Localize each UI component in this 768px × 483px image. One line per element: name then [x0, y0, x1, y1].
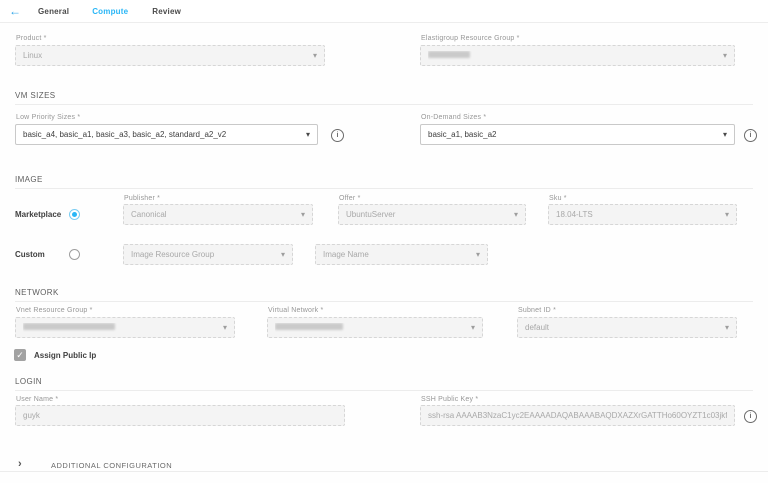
elastigroup-rg-select[interactable] — [420, 45, 735, 66]
chevron-down-icon — [476, 251, 480, 259]
image-resource-group-placeholder: Image Resource Group — [131, 250, 275, 259]
subnet-id-label: Subnet ID * — [518, 307, 556, 314]
divider — [0, 471, 768, 472]
back-arrow-icon[interactable] — [9, 5, 21, 17]
virtual-network-label: Virtual Network * — [268, 307, 323, 314]
divider — [15, 104, 753, 105]
info-icon[interactable] — [744, 410, 757, 423]
info-icon[interactable] — [331, 129, 344, 142]
subnet-id-select[interactable]: default — [517, 317, 737, 338]
section-title-image: IMAGE — [15, 175, 43, 184]
publisher-select[interactable]: Canonical — [123, 204, 313, 225]
on-demand-sizes-label: On-Demand Sizes * — [421, 114, 486, 121]
redacted-value — [23, 323, 217, 332]
info-icon[interactable] — [744, 129, 757, 142]
product-label: Product * — [16, 35, 47, 42]
low-priority-sizes-select[interactable]: basic_a4, basic_a1, basic_a3, basic_a2, … — [15, 124, 318, 145]
user-name-value: guyk — [23, 411, 337, 420]
elastigroup-rg-label: Elastigroup Resource Group * — [421, 35, 520, 42]
product-value: Linux — [23, 51, 307, 60]
low-priority-sizes-value: basic_a4, basic_a1, basic_a3, basic_a2, … — [23, 130, 300, 139]
image-name-placeholder: Image Name — [323, 250, 470, 259]
product-select[interactable]: Linux — [15, 45, 325, 66]
chevron-down-icon — [306, 131, 310, 139]
sku-select[interactable]: 18.04-LTS — [548, 204, 737, 225]
subnet-id-value: default — [525, 323, 719, 332]
redacted-value — [275, 323, 465, 332]
wizard-tabbar: General Compute Review — [0, 0, 768, 23]
chevron-down-icon — [281, 251, 285, 259]
tab-compute[interactable]: Compute — [92, 7, 128, 16]
custom-radio[interactable] — [69, 249, 80, 260]
tab-review[interactable]: Review — [152, 7, 181, 16]
sku-value: 18.04-LTS — [556, 210, 719, 219]
additional-configuration-toggle[interactable]: ADDITIONAL CONFIGURATION — [51, 461, 172, 470]
offer-value: UbuntuServer — [346, 210, 508, 219]
offer-select[interactable]: UbuntuServer — [338, 204, 526, 225]
divider — [15, 301, 753, 302]
on-demand-sizes-select[interactable]: basic_a1, basic_a2 — [420, 124, 735, 145]
ssh-public-key-label: SSH Public Key * — [421, 396, 478, 403]
image-name-select[interactable]: Image Name — [315, 244, 488, 265]
section-title-login: LOGIN — [15, 377, 42, 386]
assign-public-ip-checkbox[interactable] — [14, 349, 26, 361]
marketplace-radio[interactable] — [69, 209, 80, 220]
chevron-down-icon — [301, 211, 305, 219]
chevron-down-icon — [313, 52, 317, 60]
compute-wizard-page: General Compute Review Product * Linux E… — [0, 0, 768, 483]
virtual-network-select[interactable] — [267, 317, 483, 338]
divider — [15, 390, 753, 391]
publisher-value: Canonical — [131, 210, 295, 219]
divider — [15, 188, 753, 189]
publisher-label: Publisher * — [124, 195, 160, 202]
ssh-public-key-input[interactable]: ssh-rsa AAAAB3NzaC1yc2EAAAADAQABAAABAQDX… — [420, 405, 735, 426]
marketplace-row-label: Marketplace — [15, 210, 61, 219]
chevron-down-icon — [471, 324, 475, 332]
chevron-down-icon — [723, 131, 727, 139]
user-name-input[interactable]: guyk — [15, 405, 345, 426]
chevron-right-icon[interactable] — [18, 459, 22, 470]
tab-general[interactable]: General — [38, 7, 69, 16]
chevron-down-icon — [725, 211, 729, 219]
assign-public-ip-label: Assign Public Ip — [34, 351, 96, 360]
section-title-vm-sizes: VM SIZES — [15, 91, 56, 100]
image-resource-group-select[interactable]: Image Resource Group — [123, 244, 293, 265]
offer-label: Offer * — [339, 195, 361, 202]
custom-row-label: Custom — [15, 250, 45, 259]
user-name-label: User Name * — [16, 396, 58, 403]
sku-label: Sku * — [549, 195, 567, 202]
chevron-down-icon — [725, 324, 729, 332]
vnet-rg-select[interactable] — [15, 317, 235, 338]
vnet-rg-label: Vnet Resource Group * — [16, 307, 93, 314]
on-demand-sizes-value: basic_a1, basic_a2 — [428, 130, 717, 139]
section-title-network: NETWORK — [15, 288, 59, 297]
redacted-value — [428, 51, 717, 60]
low-priority-sizes-label: Low Priority Sizes * — [16, 114, 80, 121]
ssh-public-key-value: ssh-rsa AAAAB3NzaC1yc2EAAAADAQABAAABAQDX… — [428, 411, 727, 420]
chevron-down-icon — [223, 324, 227, 332]
chevron-down-icon — [514, 211, 518, 219]
chevron-down-icon — [723, 52, 727, 60]
